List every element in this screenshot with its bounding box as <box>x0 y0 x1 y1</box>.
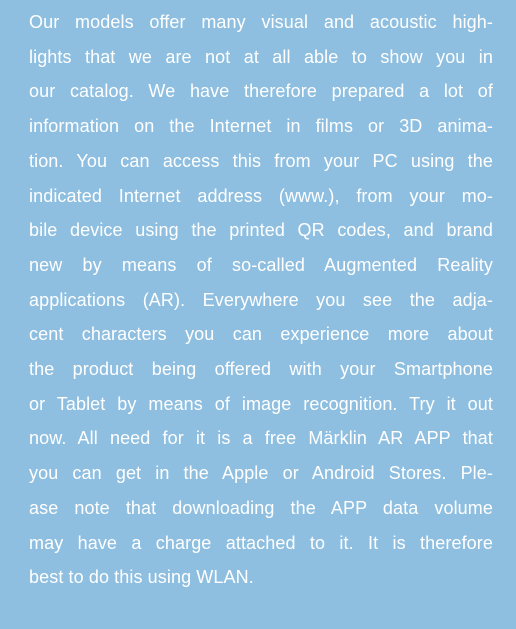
info-panel: Our models offer many visual and acousti… <box>0 0 516 629</box>
text-line: new by means of so-called Augmented Real… <box>29 254 493 275</box>
text-line: ase note that downloading the APP data v… <box>29 497 493 518</box>
text-line: tion. You can access this from your PC u… <box>29 150 493 171</box>
paragraph-ar-info: Our models offer many visual and acousti… <box>29 5 493 595</box>
text-line: you can get in the Apple or Android Stor… <box>29 463 493 484</box>
text-line: now. All need for it is a free Märklin A… <box>29 428 493 449</box>
text-line: the product being offered with your Smar… <box>29 359 493 380</box>
text-line: lights that we are not at all able to sh… <box>29 46 493 67</box>
text-line: information on the Internet in films or … <box>29 116 493 137</box>
text-line: cent characters you can experience more … <box>29 324 493 345</box>
text-line: indicated Internet address (www.), from … <box>29 185 493 206</box>
text-line: may have a charge attached to it. It is … <box>29 532 493 553</box>
text-line: bile device using the printed QR codes, … <box>29 220 493 241</box>
text-line: or Tablet by means of image recognition.… <box>29 393 493 414</box>
text-line-last: best to do this using WLAN. <box>29 567 254 588</box>
text-line: our catalog. We have therefore prepared … <box>29 81 493 102</box>
text-line: applications (AR). Everywhere you see th… <box>29 289 493 310</box>
text-line: Our models offer many visual and acousti… <box>29 12 493 32</box>
